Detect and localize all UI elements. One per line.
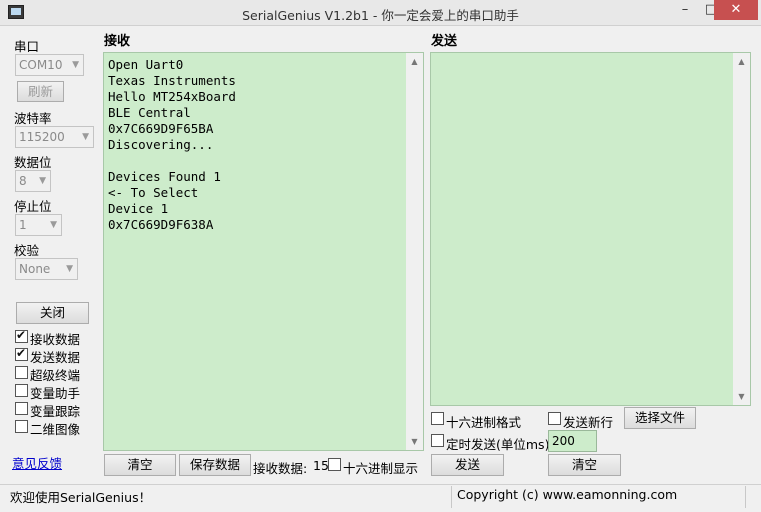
timer-send-label: 定时发送(单位ms): [446, 437, 550, 452]
baud-select[interactable]: 115200 ▼: [15, 126, 94, 148]
chevron-down-icon: ▼: [50, 220, 57, 230]
open-close-port-button[interactable]: 关闭: [16, 302, 89, 324]
option-checkbox-3[interactable]: [15, 384, 28, 397]
scroll-down-icon[interactable]: ▼: [406, 433, 423, 450]
refresh-button[interactable]: 刷新: [17, 81, 64, 102]
status-copyright: Copyright (c) www.eamonning.com: [457, 487, 678, 502]
parity-label: 校验: [14, 243, 40, 258]
status-divider: [451, 486, 452, 508]
stopbits-label: 停止位: [14, 199, 52, 214]
stopbits-select[interactable]: 1 ▼: [15, 214, 62, 236]
scroll-up-icon[interactable]: ▲: [733, 53, 750, 70]
receive-hex-checkbox[interactable]: [328, 458, 341, 471]
option-label-4: 变量跟踪: [30, 404, 81, 419]
scroll-up-icon[interactable]: ▲: [406, 53, 423, 70]
receive-scrollbar[interactable]: ▲ ▼: [406, 53, 423, 450]
parity-select[interactable]: None ▼: [15, 258, 78, 280]
send-clear-button[interactable]: 清空: [548, 454, 621, 476]
send-hex-checkbox[interactable]: [431, 412, 444, 425]
minimize-button[interactable]: –: [672, 0, 698, 20]
close-window-button[interactable]: ✕: [714, 0, 758, 20]
timer-interval-input[interactable]: 200: [548, 430, 597, 452]
chevron-down-icon: ▼: [72, 60, 79, 70]
option-label-0: 接收数据: [30, 332, 81, 347]
option-label-2: 超级终端: [30, 368, 81, 383]
send-newline-checkbox[interactable]: [548, 412, 561, 425]
option-checkbox-2[interactable]: [15, 366, 28, 379]
send-scrollbar[interactable]: ▲ ▼: [733, 53, 750, 405]
receive-area[interactable]: Open Uart0 Texas Instruments Hello MT254…: [103, 52, 424, 451]
chevron-down-icon: ▼: [82, 132, 89, 142]
send-header: 发送: [431, 34, 458, 49]
port-value: COM10: [19, 58, 63, 72]
save-data-button[interactable]: 保存数据: [179, 454, 251, 476]
port-select[interactable]: COM10 ▼: [15, 54, 84, 76]
receive-clear-button[interactable]: 清空: [104, 454, 176, 476]
databits-select[interactable]: 8 ▼: [15, 170, 51, 192]
port-label: 串口: [14, 39, 40, 54]
option-label-5: 二维图像: [30, 422, 81, 437]
baud-label: 波特率: [14, 111, 52, 126]
option-checkbox-4[interactable]: [15, 402, 28, 415]
receive-count-value: 15: [313, 458, 329, 473]
scroll-down-icon[interactable]: ▼: [733, 388, 750, 405]
option-checkbox-1[interactable]: [15, 346, 28, 361]
databits-value: 8: [19, 174, 27, 188]
option-checkbox-5[interactable]: [15, 420, 28, 433]
status-divider: [745, 486, 746, 508]
baud-value: 115200: [19, 130, 65, 144]
option-label-3: 变量助手: [30, 386, 81, 401]
receive-text: Open Uart0 Texas Instruments Hello MT254…: [108, 57, 236, 232]
databits-label: 数据位: [14, 155, 52, 170]
chevron-down-icon: ▼: [39, 176, 46, 186]
receive-count-label: 接收数据:: [253, 461, 308, 476]
receive-hex-label: 十六进制显示: [343, 461, 419, 476]
stopbits-value: 1: [19, 218, 27, 232]
send-button[interactable]: 发送: [431, 454, 504, 476]
window-title: SerialGenius V1.2b1 - 你一定会爱上的串口助手: [242, 8, 519, 23]
feedback-link[interactable]: 意见反馈: [12, 453, 62, 472]
parity-value: None: [19, 262, 51, 276]
choose-file-button[interactable]: 选择文件: [624, 407, 696, 429]
receive-header: 接收: [104, 34, 131, 49]
option-label-1: 发送数据: [30, 350, 81, 365]
send-hex-label: 十六进制格式: [446, 415, 522, 430]
status-welcome: 欢迎使用SerialGenius！: [10, 490, 152, 505]
send-newline-label: 发送新行: [563, 415, 614, 430]
send-area[interactable]: ▲ ▼: [430, 52, 751, 406]
option-checkbox-0[interactable]: [15, 328, 28, 343]
chevron-down-icon: ▼: [66, 264, 73, 274]
timer-send-checkbox[interactable]: [431, 434, 444, 447]
